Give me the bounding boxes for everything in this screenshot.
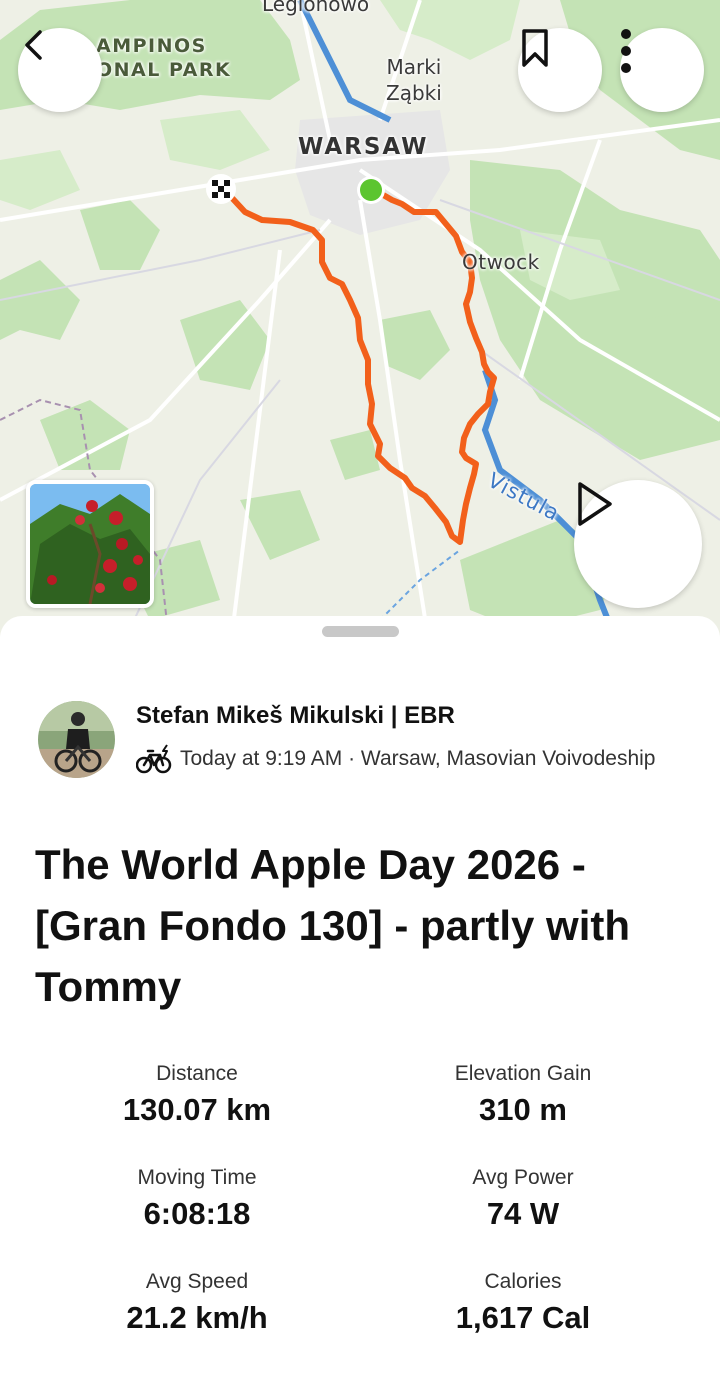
athlete-name[interactable]: Stefan Mikeš Mikulski | EBR: [136, 702, 455, 730]
avatar[interactable]: [38, 701, 115, 778]
stat-elevation-gain: Elevation Gain 310 m: [373, 1061, 673, 1129]
e-bike-icon: [136, 744, 172, 774]
activity-details-sheet: Stefan Mikeš Mikulski | EBR Today at 9:1…: [0, 616, 720, 1394]
activity-title: The World Apple Day 2026 - [Gran Fondo 1…: [35, 841, 631, 1010]
play-flyover-button[interactable]: [574, 480, 702, 608]
chevron-left-icon: [25, 30, 42, 60]
athlete-avatar-photo: [38, 701, 115, 778]
activity-photo-thumbnail[interactable]: [26, 480, 154, 608]
activity-date-location: Today at 9:19 AM · Warsaw, Masovian Voiv…: [180, 747, 656, 770]
map-label-marki-zabki: Marki Ząbki: [386, 54, 442, 106]
stat-label: Avg Power: [472, 1166, 574, 1189]
save-route-button[interactable]: [518, 28, 602, 112]
apple-tree-photo: [30, 484, 150, 604]
stat-value: 21.2 km/h: [126, 1300, 268, 1335]
stat-value: 130.07 km: [122, 1092, 272, 1127]
stat-label: Avg Speed: [145, 1270, 249, 1293]
bookmark-icon: [522, 29, 548, 67]
more-options-button[interactable]: [620, 28, 704, 112]
map-label-warsaw: WARSAW: [298, 134, 429, 160]
map-label-marki: Marki: [386, 55, 442, 79]
back-button[interactable]: [18, 28, 102, 112]
start-marker: [360, 179, 382, 201]
stat-distance: Distance 130.07 km: [47, 1061, 347, 1129]
map-label-park-line1: AMPINOS: [96, 35, 207, 57]
stat-value: 1,617 Cal: [455, 1300, 591, 1335]
stat-value: 6:08:18: [143, 1196, 251, 1231]
stat-label: Distance: [156, 1062, 238, 1085]
more-vertical-icon: [621, 29, 631, 73]
route-map[interactable]: Legionowo AMPINOS ONAL PARK Marki Ząbki …: [0, 0, 720, 650]
play-icon: [578, 482, 612, 526]
stat-avg-power: Avg Power 74 W: [373, 1165, 673, 1233]
stat-moving-time: Moving Time 6:08:18: [47, 1165, 347, 1233]
stat-avg-speed: Avg Speed 21.2 km/h: [47, 1269, 347, 1337]
map-label-park-line2: ONAL PARK: [96, 59, 232, 81]
sheet-drag-handle[interactable]: [322, 626, 399, 637]
stat-calories: Calories 1,617 Cal: [373, 1269, 673, 1337]
checkered-flag-icon: [206, 174, 236, 204]
map-label-national-park: AMPINOS ONAL PARK: [96, 34, 231, 82]
map-label-legionowo: Legionowo: [262, 0, 370, 16]
stat-label: Calories: [484, 1270, 562, 1293]
map-label-zabki: Ząbki: [386, 81, 442, 105]
map-label-otwock: Otwock: [462, 250, 540, 274]
stat-label: Moving Time: [137, 1166, 257, 1189]
stat-value: 74 W: [486, 1196, 560, 1231]
stat-label: Elevation Gain: [454, 1062, 592, 1085]
stat-value: 310 m: [479, 1092, 567, 1127]
activity-meta: Today at 9:19 AM · Warsaw, Masovian Voiv…: [136, 742, 655, 776]
